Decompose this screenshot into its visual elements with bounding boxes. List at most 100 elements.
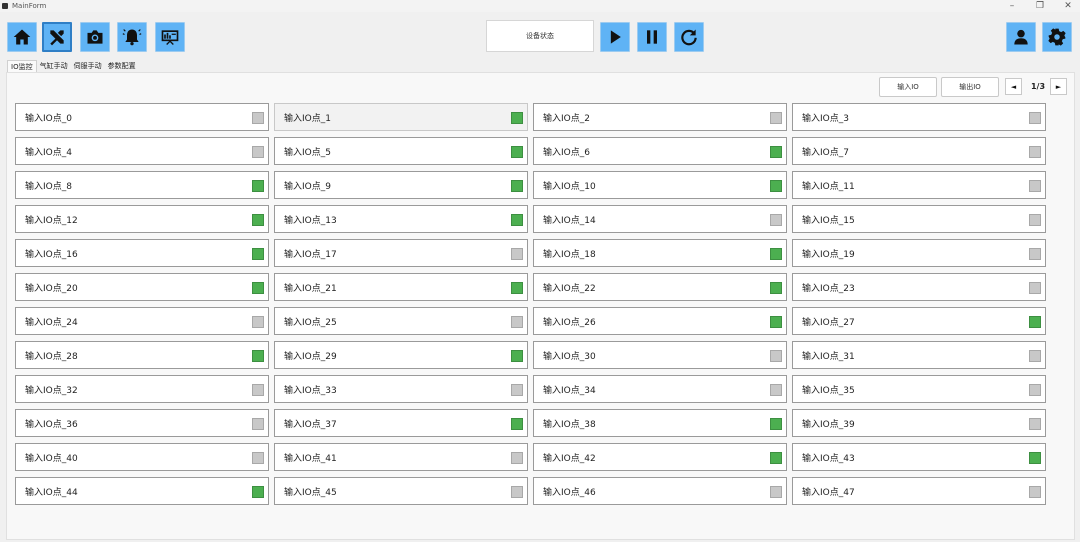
io-status-indicator [252,486,264,498]
io-point-cell[interactable]: 输入IO点_1 [274,103,528,131]
settings-button[interactable] [1042,22,1072,52]
reset-button[interactable] [674,22,704,52]
io-point-cell[interactable]: 输入IO点_15 [792,205,1046,233]
io-point-cell[interactable]: 输入IO点_31 [792,341,1046,369]
io-point-cell[interactable]: 输入IO点_34 [533,375,787,403]
io-point-cell[interactable]: 输入IO点_26 [533,307,787,335]
tools-button[interactable] [42,22,72,52]
maximize-icon[interactable]: ❐ [1034,0,1046,12]
io-status-indicator [511,316,523,328]
io-point-label: 输入IO点_7 [802,147,849,158]
io-point-cell[interactable]: 输入IO点_46 [533,477,787,505]
io-point-cell[interactable]: 输入IO点_22 [533,273,787,301]
io-point-cell[interactable]: 输入IO点_30 [533,341,787,369]
io-point-cell[interactable]: 输入IO点_20 [15,273,269,301]
io-point-cell[interactable]: 输入IO点_40 [15,443,269,471]
io-point-cell[interactable]: 输入IO点_28 [15,341,269,369]
io-status-indicator [252,248,264,260]
pause-button[interactable] [637,22,667,52]
io-status-indicator [770,486,782,498]
io-point-cell[interactable]: 输入IO点_7 [792,137,1046,165]
io-status-indicator [511,384,523,396]
close-icon[interactable]: ✕ [1062,0,1074,12]
io-point-label: 输入IO点_11 [802,181,855,192]
pause-icon [647,30,657,44]
io-point-cell[interactable]: 输入IO点_44 [15,477,269,505]
io-point-cell[interactable]: 输入IO点_17 [274,239,528,267]
io-point-cell[interactable]: 输入IO点_43 [792,443,1046,471]
input-io-button[interactable]: 输入IO [879,77,937,97]
io-point-cell[interactable]: 输入IO点_32 [15,375,269,403]
io-status-indicator [770,180,782,192]
io-point-cell[interactable]: 输入IO点_35 [792,375,1046,403]
io-point-cell[interactable]: 输入IO点_37 [274,409,528,437]
io-point-cell[interactable]: 输入IO点_2 [533,103,787,131]
io-status-indicator [1029,180,1041,192]
io-point-label: 输入IO点_20 [25,283,78,294]
io-point-cell[interactable]: 输入IO点_29 [274,341,528,369]
io-point-cell[interactable]: 输入IO点_10 [533,171,787,199]
io-point-cell[interactable]: 输入IO点_14 [533,205,787,233]
io-point-cell[interactable]: 输入IO点_11 [792,171,1046,199]
io-point-cell[interactable]: 输入IO点_25 [274,307,528,335]
io-point-cell[interactable]: 输入IO点_18 [533,239,787,267]
io-point-label: 输入IO点_40 [25,453,78,464]
io-point-cell[interactable]: 输入IO点_12 [15,205,269,233]
prev-page-button[interactable]: ◄ [1005,78,1022,95]
tab-servo-manual[interactable]: 伺服手动 [71,60,105,72]
tools-icon [50,30,64,46]
io-point-cell[interactable]: 输入IO点_8 [15,171,269,199]
io-status-indicator [770,112,782,124]
io-status-indicator [511,248,523,260]
camera-button[interactable] [80,22,110,52]
minimize-icon[interactable]: – [1006,0,1018,12]
window-controls: – ❐ ✕ [1006,0,1074,12]
io-status-indicator [511,180,523,192]
io-point-cell[interactable]: 输入IO点_38 [533,409,787,437]
io-status-indicator [1029,112,1041,124]
io-point-cell[interactable]: 输入IO点_45 [274,477,528,505]
tab-param-config[interactable]: 参数配置 [105,60,139,72]
io-point-cell[interactable]: 输入IO点_21 [274,273,528,301]
output-io-button[interactable]: 输出IO [941,77,999,97]
app-icon [2,3,8,9]
home-button[interactable] [7,22,37,52]
monitor-button[interactable] [155,22,185,52]
io-point-cell[interactable]: 输入IO点_41 [274,443,528,471]
io-point-cell[interactable]: 输入IO点_19 [792,239,1046,267]
io-point-cell[interactable]: 输入IO点_23 [792,273,1046,301]
io-point-cell[interactable]: 输入IO点_13 [274,205,528,233]
io-status-indicator [511,282,523,294]
io-point-cell[interactable]: 输入IO点_16 [15,239,269,267]
io-status-indicator [511,452,523,464]
io-point-cell[interactable]: 输入IO点_5 [274,137,528,165]
io-point-cell[interactable]: 输入IO点_4 [15,137,269,165]
io-point-label: 输入IO点_43 [802,453,855,464]
tab-cylinder-manual[interactable]: 气缸手动 [37,60,71,72]
io-point-cell[interactable]: 输入IO点_39 [792,409,1046,437]
io-point-label: 输入IO点_1 [284,113,331,124]
user-button[interactable] [1006,22,1036,52]
io-point-cell[interactable]: 输入IO点_33 [274,375,528,403]
camera-icon [87,30,103,44]
io-monitor-panel: 输入IO 输出IO ◄ 1/3 ► 输入IO点_0 输入IO点_1 输入IO点_2 输… [6,72,1075,540]
io-status-indicator [252,384,264,396]
io-status-indicator [1029,248,1041,260]
io-point-cell[interactable]: 输入IO点_9 [274,171,528,199]
io-point-label: 输入IO点_23 [802,283,855,294]
io-point-cell[interactable]: 输入IO点_6 [533,137,787,165]
io-point-cell[interactable]: 输入IO点_27 [792,307,1046,335]
io-point-cell[interactable]: 输入IO点_42 [533,443,787,471]
io-point-cell[interactable]: 输入IO点_0 [15,103,269,131]
io-point-cell[interactable]: 输入IO点_47 [792,477,1046,505]
io-point-cell[interactable]: 输入IO点_36 [15,409,269,437]
start-button[interactable] [600,22,630,52]
alarm-button[interactable] [117,22,147,52]
io-point-label: 输入IO点_9 [284,181,331,192]
tab-io-monitor[interactable]: IO监控 [7,60,37,72]
io-point-cell[interactable]: 输入IO点_3 [792,103,1046,131]
next-page-button[interactable]: ► [1050,78,1067,95]
io-point-cell[interactable]: 输入IO点_24 [15,307,269,335]
io-status-indicator [511,418,523,430]
io-status-indicator [252,350,264,362]
